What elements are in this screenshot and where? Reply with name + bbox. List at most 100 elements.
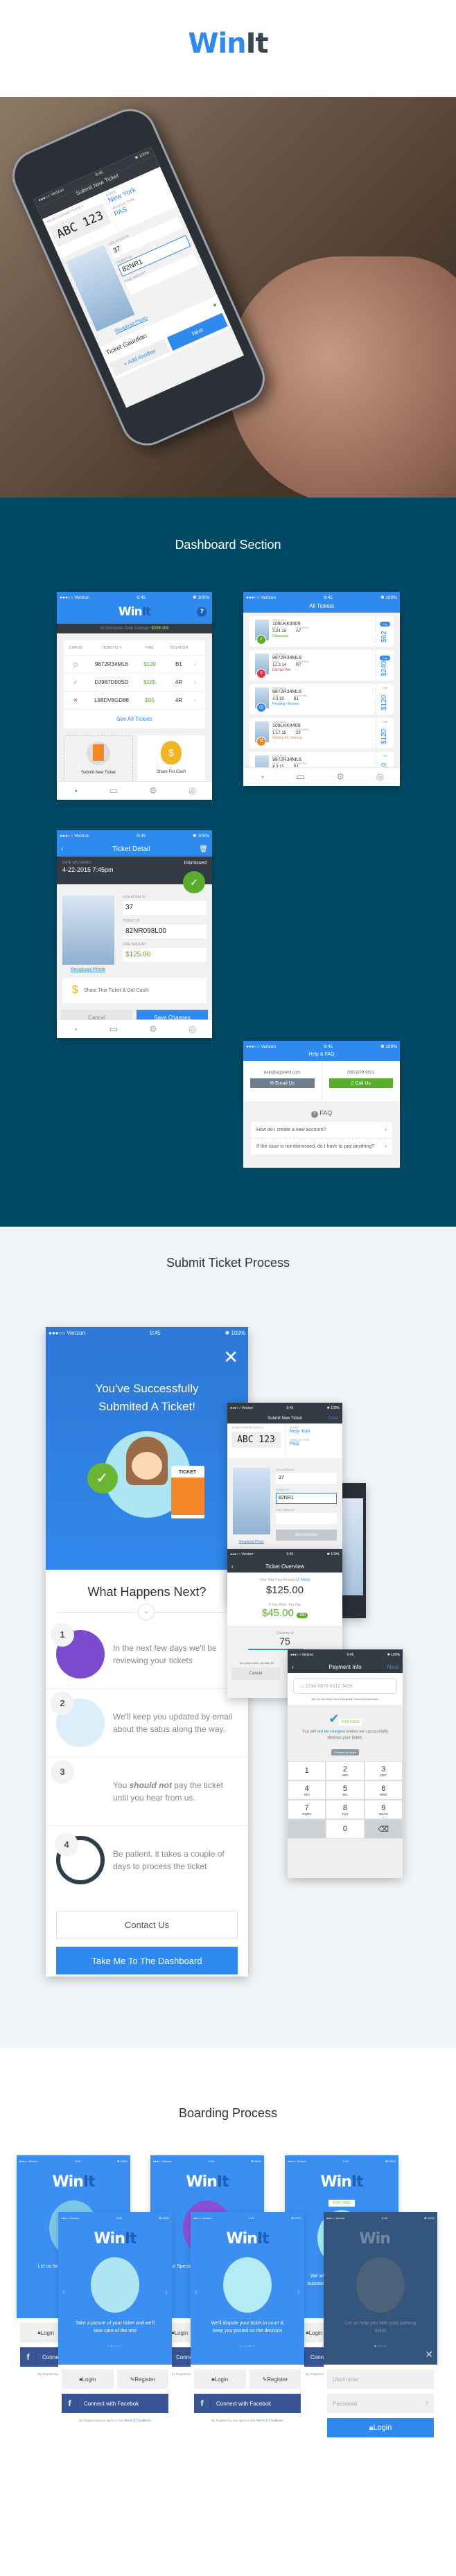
keypad-key[interactable]: 2 ABC: [326, 1761, 365, 1780]
violation: 4R: [175, 697, 183, 703]
chevron-left-icon[interactable]: ‹: [195, 2287, 198, 2297]
terms-link[interactable]: Terms & Conditions: [124, 2419, 151, 2422]
tickets-table: STATUS TICKET ID # FINE VIOLATION ◷ 9872R34M…: [64, 640, 205, 728]
ticket-card[interactable]: ⚒ TICKET ID #109LKK4409 DATE 1.17.15 VIOLA…: [249, 718, 394, 748]
chevron-right-icon[interactable]: ›: [297, 2287, 300, 2297]
keypad-key[interactable]: 9 WXYZ: [364, 1800, 403, 1819]
keypad-key[interactable]: 0: [326, 1819, 365, 1839]
status-label: Dismissed: [184, 861, 207, 866]
close-icon[interactable]: ✕: [425, 2349, 433, 2360]
violation-input[interactable]: 37: [123, 901, 207, 915]
help-tab-icon[interactable]: ◎: [188, 1024, 196, 1035]
reupload-link[interactable]: Reupload Photo: [233, 1540, 270, 1544]
faq-item[interactable]: How do I create a new account? ›: [251, 1122, 392, 1139]
violation-input[interactable]: 37: [276, 1473, 337, 1484]
tickets-tab-icon[interactable]: ▭: [109, 785, 118, 796]
email-address: help@appwinit.com: [264, 1071, 301, 1075]
facebook-button[interactable]: fConnect with Facebok: [194, 2394, 301, 2413]
dashboard-button[interactable]: Take Me To The Dashboard: [56, 1947, 238, 1974]
help-tab-icon[interactable]: ◎: [188, 785, 196, 796]
settings-tab-icon[interactable]: ⚙: [149, 785, 157, 796]
faq-title: ? FAQ: [243, 1105, 400, 1118]
help-icon: ?: [425, 2400, 428, 2407]
keypad-key[interactable]: 4 GHI: [288, 1780, 326, 1800]
login-button[interactable]: 🔒︎ Login: [194, 2369, 246, 2389]
card-number-input[interactable]: ▭ 1234 5678 9012 3456: [293, 1679, 397, 1694]
back-icon[interactable]: ‹: [61, 845, 63, 853]
chevron-left-icon[interactable]: ‹: [62, 2287, 65, 2297]
app-logo: WinIt: [52, 2173, 95, 2191]
back-icon[interactable]: ‹: [292, 1664, 294, 1670]
keypad-key[interactable]: 3 DEF: [364, 1761, 403, 1780]
dashboard-tab-icon[interactable]: ◔: [259, 772, 265, 782]
keypad-key[interactable]: 1: [288, 1761, 326, 1780]
table-row[interactable]: ✕ L98DV8GD88 $95 4R ›: [64, 692, 205, 710]
username-input[interactable]: Username: [327, 2369, 434, 2389]
inspector-icon: 1: [51, 1623, 105, 1679]
dashboard-tab-icon[interactable]: ◔: [73, 786, 78, 796]
register-button[interactable]: ✎ Register: [249, 2369, 301, 2389]
payment-screen: ●●●○○ Verizon 9:45 ✱ 100% ‹ Payment Info Nex…: [288, 1649, 403, 1878]
dashboard-tab-icon[interactable]: ◔: [73, 1024, 78, 1035]
next-link[interactable]: Next: [387, 1664, 398, 1670]
ticket-id-input[interactable]: 82NR1: [276, 1493, 337, 1504]
status-pending-icon: ◷: [73, 661, 78, 667]
pay-button[interactable]: Pay: [380, 622, 390, 627]
credit-card-icon: ▭: [299, 1684, 306, 1689]
table-row[interactable]: ✓ DJ987D00SD $185 4R ›: [64, 674, 205, 692]
close-icon[interactable]: ✕: [223, 1347, 238, 1368]
keypad-key[interactable]: 8 TUV: [326, 1800, 365, 1819]
keypad-key[interactable]: [288, 1819, 326, 1839]
add-comment-button[interactable]: Add Comment: [276, 1530, 337, 1541]
call-us-button[interactable]: ▯ Call Us: [328, 1078, 393, 1088]
pencil-icon: ✎: [130, 2376, 135, 2383]
guardian-toggle[interactable]: ●: [211, 301, 218, 308]
back-icon[interactable]: ‹: [231, 1563, 234, 1570]
tickets-tab-icon[interactable]: ▭: [296, 771, 304, 782]
terms-link[interactable]: Terms & Conditions: [256, 2419, 283, 2422]
facebook-button[interactable]: fConnect with Facebok: [62, 2394, 168, 2413]
see-all-link[interactable]: See All Tickets: [64, 710, 205, 728]
password-input[interactable]: Password?: [327, 2394, 434, 2413]
keypad-key[interactable]: 6 MNO: [364, 1780, 403, 1800]
fine-input[interactable]: $125.00: [123, 948, 207, 962]
contact-us-button[interactable]: Contact Us: [56, 1911, 238, 1938]
keypad-key[interactable]: 7 PQRS: [288, 1800, 326, 1819]
login-submit-button[interactable]: 🔒︎ Login: [327, 2418, 434, 2437]
faq-item[interactable]: If the case is not dismissed, do I have …: [251, 1139, 392, 1155]
submit-tile[interactable]: Submit New Ticket: [64, 735, 133, 785]
ticket-id: 109LKK4409: [272, 724, 301, 728]
keypad-key[interactable]: 5 JKL: [326, 1780, 365, 1800]
help-icon[interactable]: ?: [197, 607, 207, 617]
faq-panel: ? FAQ How do I create a new account? › If…: [243, 1105, 400, 1168]
settings-tab-icon[interactable]: ⚙: [149, 1024, 157, 1035]
ticket-card[interactable]: ✕ TICKET ID #9872R34ML6 DATE 12.3.14 VIOLA…: [249, 650, 394, 681]
share-tile[interactable]: $ Share For Cash: [137, 735, 205, 785]
register-button[interactable]: ✎ Register: [116, 2369, 168, 2389]
table-row[interactable]: ◷ 9872R34ML6 $120 B1 ›: [64, 656, 205, 674]
login-button[interactable]: 🔒︎ Login: [62, 2369, 114, 2389]
vehicle-select[interactable]: PAS: [290, 1442, 338, 1446]
ticket-thumbnail: ⚒: [255, 721, 269, 746]
reupload-link[interactable]: Reupload Photo: [57, 965, 212, 972]
tickets-tab-icon[interactable]: ▭: [109, 1024, 118, 1035]
share-banner[interactable]: $ Share This Ticket & Get Cash!: [62, 978, 207, 1003]
ticket-id-input[interactable]: 82NR098L00: [123, 925, 207, 938]
trash-icon[interactable]: 🗑: [199, 845, 208, 853]
state-select[interactable]: New York: [290, 1429, 338, 1434]
tab-bar: ◔ ▭ ⚙ ◎: [57, 781, 212, 800]
ticket-card[interactable]: ✓ TICKET ID #109LKK4409 DATE 3.24.15 VIOLA…: [249, 616, 394, 647]
status-icon: ⚒: [256, 737, 266, 746]
ticket-card[interactable]: ◷ TICKET ID #9872R34ML6 DATE 4.3.15 VIOLAT…: [249, 684, 394, 715]
screen-title: Help & FAQ: [243, 1052, 400, 1061]
chevron-right-icon[interactable]: ›: [165, 2287, 168, 2297]
cancel-button[interactable]: Cancel: [231, 1667, 280, 1680]
screen-title: All Tickets: [243, 603, 400, 613]
keypad-key[interactable]: ⌫: [364, 1819, 403, 1839]
help-tab-icon[interactable]: ◎: [376, 771, 384, 782]
email-us-button[interactable]: ✉ Email Us: [250, 1078, 315, 1088]
pay-button[interactable]: Pay: [380, 656, 390, 660]
fine-input[interactable]: [276, 1513, 337, 1524]
settings-tab-icon[interactable]: ⚙: [336, 771, 344, 782]
close-link[interactable]: Close: [328, 1417, 338, 1421]
